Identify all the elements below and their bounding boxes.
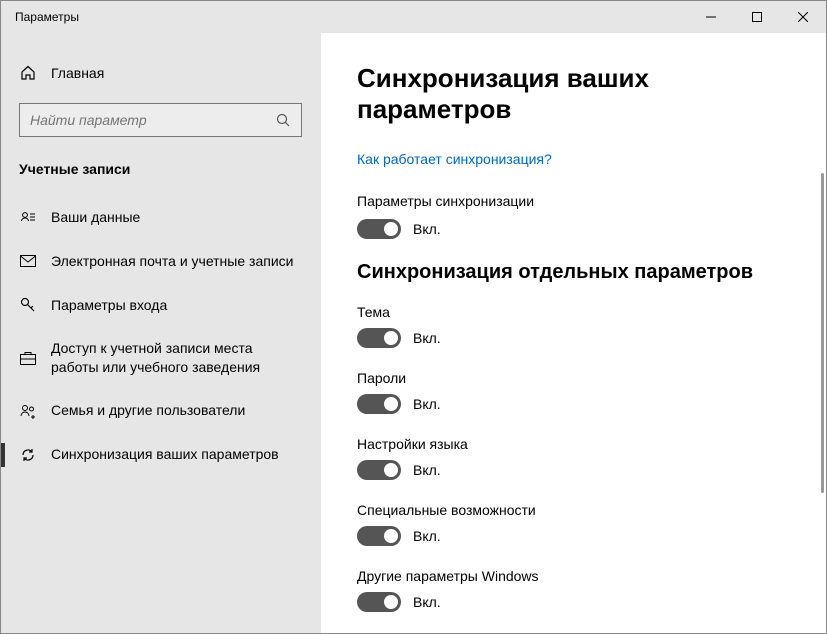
toggle-theme[interactable] (357, 328, 401, 348)
sidebar-item-signin-options[interactable]: Параметры входа (1, 283, 320, 327)
setting-label-theme: Тема (357, 304, 790, 320)
sidebar-item-work-access[interactable]: Доступ к учетной записи места работы или… (1, 327, 320, 389)
titlebar: Параметры (1, 1, 826, 33)
briefcase-icon (19, 350, 37, 366)
mail-icon (19, 253, 37, 269)
search-box[interactable] (19, 103, 302, 137)
sync-settings-label: Параметры синхронизации (357, 193, 790, 209)
close-button[interactable] (780, 1, 826, 33)
sidebar-item-email-accounts[interactable]: Электронная почта и учетные записи (1, 239, 320, 283)
scrollbar[interactable] (821, 173, 824, 493)
search-icon (275, 113, 291, 127)
toggle-row-language: Вкл. (357, 460, 790, 480)
toggle-language[interactable] (357, 460, 401, 480)
individual-sync-heading: Синхронизация отдельных параметров (357, 261, 790, 284)
page-title: Синхронизация ваших параметров (357, 63, 790, 125)
toggle-other-windows[interactable] (357, 592, 401, 612)
sidebar-item-your-info[interactable]: Ваши данные (1, 195, 320, 239)
sidebar-item-label: Доступ к учетной записи места работы или… (51, 339, 301, 377)
toggle-state-label: Вкл. (413, 396, 441, 412)
minimize-button[interactable] (688, 1, 734, 33)
sidebar-item-family[interactable]: Семья и другие пользователи (1, 389, 320, 433)
person-card-icon (19, 209, 37, 225)
people-icon (19, 403, 37, 419)
maximize-button[interactable] (734, 1, 780, 33)
search-input[interactable] (30, 112, 275, 128)
content-area: Синхронизация ваших параметров Как работ… (321, 33, 826, 633)
sidebar-item-label: Семья и другие пользователи (51, 401, 245, 420)
toggle-row-ease-of-access: Вкл. (357, 526, 790, 546)
toggle-state-label: Вкл. (413, 528, 441, 544)
setting-label-ease-of-access: Специальные возможности (357, 502, 790, 518)
toggle-state-label: Вкл. (413, 594, 441, 610)
toggle-passwords[interactable] (357, 394, 401, 414)
home-label: Главная (51, 65, 104, 81)
toggle-row-theme: Вкл. (357, 328, 790, 348)
sidebar-item-label: Синхронизация ваших параметров (51, 445, 279, 464)
setting-label-passwords: Пароли (357, 370, 790, 386)
toggle-state-label: Вкл. (413, 330, 441, 346)
toggle-row-passwords: Вкл. (357, 394, 790, 414)
sidebar: Главная Учетные записи Ваши данные (1, 33, 321, 633)
window-title: Параметры (1, 10, 79, 24)
toggle-state-label: Вкл. (413, 462, 441, 478)
sidebar-item-sync-settings[interactable]: Синхронизация ваших параметров (1, 433, 320, 477)
setting-label-language: Настройки языка (357, 436, 790, 452)
toggle-row-sync-settings: Вкл. (357, 219, 790, 239)
sidebar-section-label: Учетные записи (1, 155, 320, 195)
key-icon (19, 297, 37, 313)
window-controls (688, 1, 826, 33)
setting-label-other-windows: Другие параметры Windows (357, 568, 790, 584)
sidebar-nav: Ваши данные Электронная почта и учетные … (1, 195, 320, 477)
how-sync-works-link[interactable]: Как работает синхронизация? (357, 151, 552, 167)
toggle-sync-settings[interactable] (357, 219, 401, 239)
main-layout: Главная Учетные записи Ваши данные (1, 33, 826, 633)
toggle-row-other-windows: Вкл. (357, 592, 790, 612)
toggle-ease-of-access[interactable] (357, 526, 401, 546)
toggle-state-label: Вкл. (413, 221, 441, 237)
sync-icon (19, 447, 37, 463)
sidebar-item-label: Параметры входа (51, 296, 167, 315)
sidebar-item-label: Электронная почта и учетные записи (51, 252, 293, 271)
sidebar-item-label: Ваши данные (51, 208, 140, 227)
home-icon (19, 65, 37, 81)
home-button[interactable]: Главная (1, 57, 320, 89)
